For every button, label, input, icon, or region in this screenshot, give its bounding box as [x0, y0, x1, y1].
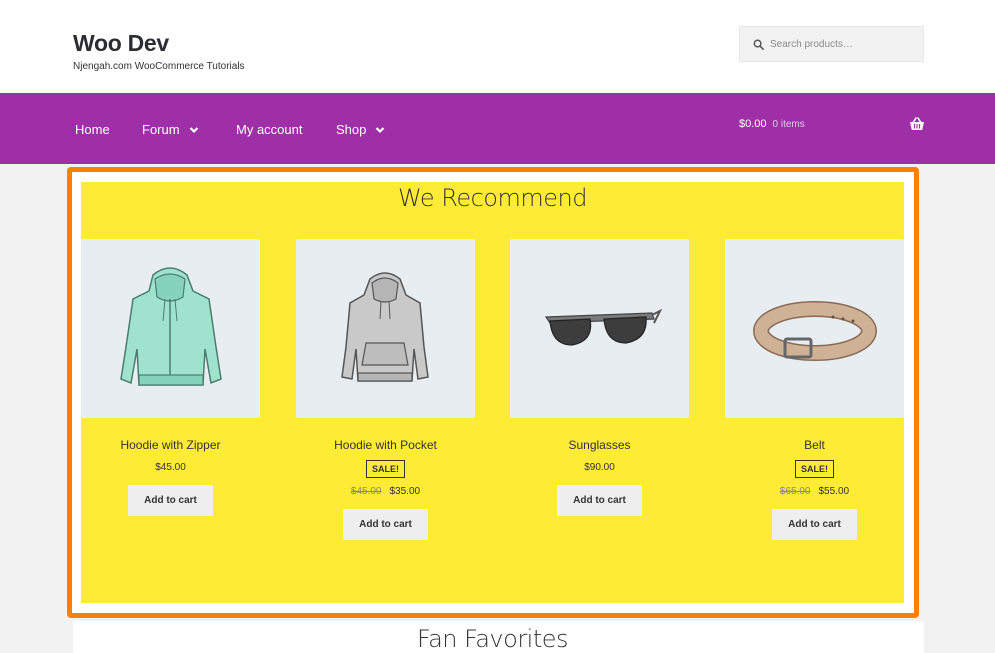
- belt-image: [753, 301, 877, 361]
- shopping-basket-icon[interactable]: [909, 117, 925, 131]
- original-price: $45.00: [350, 486, 382, 497]
- search-box[interactable]: [739, 26, 924, 62]
- product-image-link[interactable]: [510, 239, 689, 418]
- product-price: $90.00: [584, 462, 615, 473]
- add-to-cart-button[interactable]: Add to cart: [128, 485, 213, 516]
- product-card: Belt SALE! $65.00 $55.00 Add to cart: [725, 239, 904, 540]
- add-to-cart-button[interactable]: Add to cart: [557, 485, 642, 516]
- product-name[interactable]: Sunglasses: [510, 438, 689, 452]
- search-input[interactable]: [770, 38, 910, 50]
- nav-item-shop[interactable]: Shop: [336, 122, 385, 137]
- product-image-link[interactable]: [725, 239, 904, 418]
- chevron-down-icon: [189, 126, 198, 133]
- product-image-link[interactable]: [296, 239, 475, 418]
- search-icon: [753, 39, 764, 50]
- nav-item-forum[interactable]: Forum: [142, 122, 199, 137]
- sale-badge: SALE!: [795, 460, 834, 478]
- primary-navigation: Home Forum My account Shop $0.00 0 items: [0, 93, 995, 164]
- sale-price: $55.00: [818, 486, 850, 497]
- section-title-we-recommend: We Recommend: [398, 184, 587, 212]
- nav-item-label: Home: [75, 122, 110, 137]
- sunglasses-image: [544, 308, 663, 346]
- original-price: $65.00: [779, 486, 811, 497]
- product-price: $45.00 $35.00: [296, 486, 475, 497]
- product-card: Hoodie with Zipper $45.00 Add to cart: [81, 239, 260, 516]
- product-card: Sunglasses $90.00 Add to cart: [510, 239, 689, 516]
- product-name[interactable]: Hoodie with Pocket: [296, 438, 475, 452]
- product-price: $45.00: [155, 462, 186, 473]
- cart-item-count: 0 items: [772, 118, 805, 130]
- product-name[interactable]: Hoodie with Zipper: [81, 438, 260, 452]
- hoodie-zipper-image: [120, 267, 222, 386]
- sale-price: $35.00: [389, 486, 421, 497]
- product-price: $65.00 $55.00: [725, 486, 904, 497]
- nav-item-label: Shop: [336, 122, 367, 137]
- cart-contents-link[interactable]: $0.00 0 items: [739, 118, 805, 130]
- site-header: Woo Dev Njengah.com WooCommerce Tutorial…: [0, 0, 995, 93]
- product-card: Hoodie with Pocket SALE! $45.00 $35.00 Ad…: [296, 239, 475, 540]
- add-to-cart-button[interactable]: Add to cart: [343, 509, 428, 540]
- site-title[interactable]: Woo Dev: [73, 30, 169, 57]
- sale-badge: SALE!: [366, 460, 405, 478]
- we-recommend-section: We Recommend Hoodie with Zipper $45.00 A…: [81, 182, 904, 603]
- add-to-cart-button[interactable]: Add to cart: [772, 509, 857, 540]
- product-name[interactable]: Belt: [725, 438, 904, 452]
- nav-item-label: Forum: [142, 122, 180, 137]
- section-title-fan-favorites: Fan Favorites: [416, 625, 569, 653]
- nav-item-my-account[interactable]: My account: [236, 122, 302, 137]
- cart-total: $0.00: [739, 118, 767, 130]
- hoodie-pocket-image: [341, 272, 429, 382]
- nav-item-home[interactable]: Home: [75, 122, 110, 137]
- site-description: Njengah.com WooCommerce Tutorials: [73, 61, 245, 72]
- product-image-link[interactable]: [81, 239, 260, 418]
- chevron-down-icon: [376, 126, 385, 133]
- nav-item-label: My account: [236, 122, 303, 137]
